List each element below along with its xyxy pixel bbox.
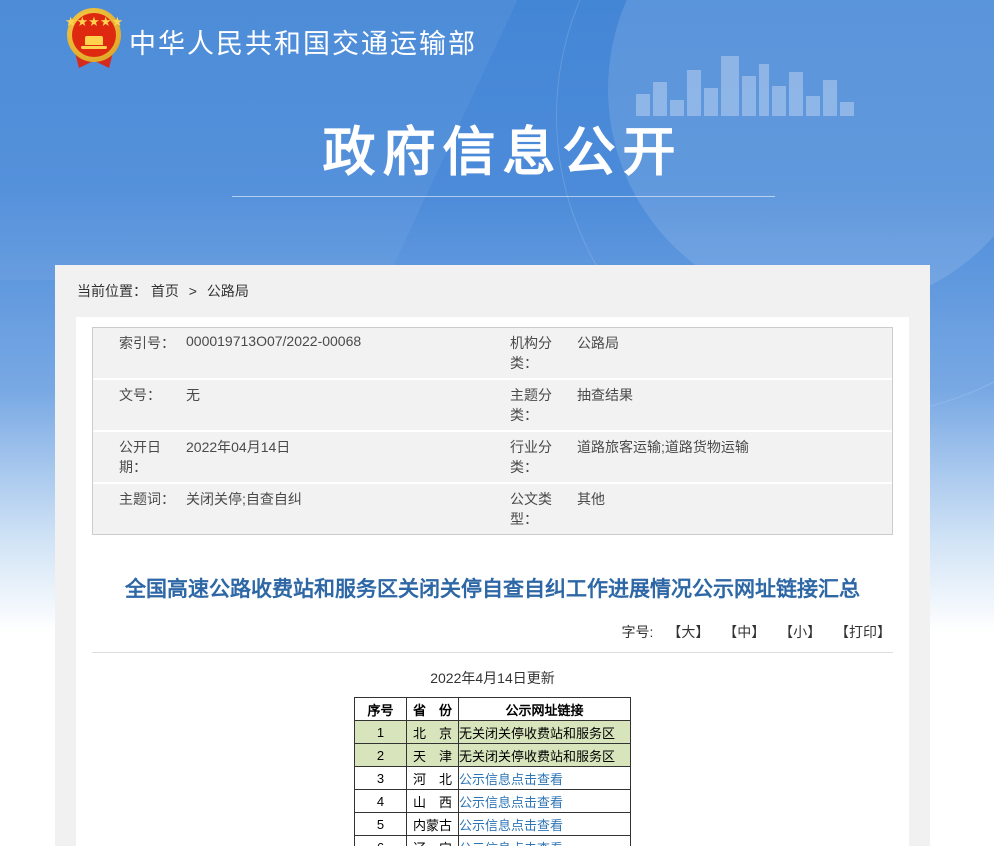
row-link-cell: 公示信息点击查看 (459, 836, 631, 846)
row-link-cell: 公示信息点击查看 (459, 813, 631, 836)
font-size-label: 字号: (622, 624, 654, 640)
province-table-body: 1 北 京 无关闭关停收费站和服务区 2 天 津 无关闭关停收费站和服务区 3 … (355, 721, 631, 846)
meta-label: 索引号： (93, 333, 186, 373)
meta-value: 抽查结果 (577, 385, 892, 425)
breadcrumb-separator: > (189, 283, 197, 299)
meta-label: 公开日期： (93, 437, 186, 477)
meta-label: 公文类型： (484, 489, 577, 529)
table-row: 5 内蒙古 公示信息点击查看 (355, 813, 631, 836)
row-index: 4 (355, 790, 407, 813)
table-row: 6 辽 宁 公示信息点击查看 (355, 836, 631, 846)
meta-label: 主题分类： (484, 385, 577, 425)
meta-label: 文号： (93, 385, 186, 425)
col-header-province: 省 份 (407, 698, 459, 721)
row-index: 6 (355, 836, 407, 846)
meta-value: 2022年04月14日 (186, 437, 484, 477)
meta-value: 道路旅客运输;道路货物运输 (577, 437, 892, 477)
banner-title: 政府信息公开 (230, 110, 775, 186)
row-province: 山 西 (407, 790, 459, 813)
banner-underline (232, 196, 775, 197)
meta-label: 主题词： (93, 489, 186, 529)
city-skyline-graphic (636, 50, 884, 116)
row-link-cell: 公示信息点击查看 (459, 790, 631, 813)
row-link-cell: 无关闭关停收费站和服务区 (459, 721, 631, 744)
breadcrumb-label: 当前位置： (77, 283, 147, 299)
province-table: 序号 省 份 公示网址链接 1 北 京 无关闭关停收费站和服务区 2 天 津 无… (354, 697, 631, 846)
meta-value: 关闭关停;自查自纠 (186, 489, 484, 529)
row-province: 天 津 (407, 744, 459, 767)
meta-value: 公路局 (577, 333, 892, 373)
view-public-info-link[interactable]: 公示信息点击查看 (459, 772, 563, 787)
row-province: 河 北 (407, 767, 459, 790)
table-row: 2 天 津 无关闭关停收费站和服务区 (355, 744, 631, 767)
meta-row: 主题词： 关闭关停;自查自纠 公文类型： 其他 (93, 484, 892, 534)
row-index: 5 (355, 813, 407, 836)
breadcrumb: 当前位置： 首页 > 公路局 (55, 265, 930, 313)
col-header-index: 序号 (355, 698, 407, 721)
meta-table: 索引号： 000019713O07/2022-00068 机构分类： 公路局 文… (92, 327, 893, 535)
font-size-large-button[interactable]: 【大】 (667, 624, 709, 640)
content-panel: 当前位置： 首页 > 公路局 索引号： 000019713O07/2022-00… (55, 265, 930, 846)
province-table-header-row: 序号 省 份 公示网址链接 (355, 698, 631, 721)
print-button[interactable]: 【打印】 (835, 624, 891, 640)
row-index: 1 (355, 721, 407, 744)
row-index: 2 (355, 744, 407, 767)
row-province: 辽 宁 (407, 836, 459, 846)
breadcrumb-section-link[interactable]: 公路局 (207, 283, 249, 299)
article-title: 全国高速公路收费站和服务区关闭关停自查自纠工作进展情况公示网址链接汇总 (120, 572, 865, 607)
font-size-small-button[interactable]: 【小】 (779, 624, 821, 640)
row-link-cell: 公示信息点击查看 (459, 767, 631, 790)
table-row: 3 河 北 公示信息点击查看 (355, 767, 631, 790)
breadcrumb-home-link[interactable]: 首页 (151, 283, 179, 299)
row-index: 3 (355, 767, 407, 790)
meta-row: 索引号： 000019713O07/2022-00068 机构分类： 公路局 (93, 328, 892, 378)
view-public-info-link[interactable]: 公示信息点击查看 (459, 818, 563, 833)
table-row: 1 北 京 无关闭关停收费站和服务区 (355, 721, 631, 744)
meta-row: 文号： 无 主题分类： 抽查结果 (93, 380, 892, 430)
font-size-controls: 字号: 【大】 【中】 【小】 【打印】 (92, 622, 893, 653)
row-province: 内蒙古 (407, 813, 459, 836)
update-date: 2022年4月14日更新 (92, 668, 893, 688)
national-emblem-icon: ★★★★★ (64, 6, 124, 72)
meta-row: 公开日期： 2022年04月14日 行业分类： 道路旅客运输;道路货物运输 (93, 432, 892, 482)
meta-value: 无 (186, 385, 484, 425)
row-province: 北 京 (407, 721, 459, 744)
view-public-info-link[interactable]: 公示信息点击查看 (459, 795, 563, 810)
meta-value: 000019713O07/2022-00068 (186, 333, 484, 373)
page: { "colors": { "banner_blue": "#4486d6", … (0, 0, 994, 846)
meta-label: 机构分类： (484, 333, 577, 373)
font-size-medium-button[interactable]: 【中】 (723, 624, 765, 640)
article-container: 索引号： 000019713O07/2022-00068 机构分类： 公路局 文… (76, 317, 909, 846)
col-header-link: 公示网址链接 (459, 698, 631, 721)
meta-value: 其他 (577, 489, 892, 529)
table-row: 4 山 西 公示信息点击查看 (355, 790, 631, 813)
meta-label: 行业分类： (484, 437, 577, 477)
view-public-info-link[interactable]: 公示信息点击查看 (459, 841, 563, 846)
site-name: 中华人民共和国交通运输部 (129, 22, 477, 61)
row-link-cell: 无关闭关停收费站和服务区 (459, 744, 631, 767)
